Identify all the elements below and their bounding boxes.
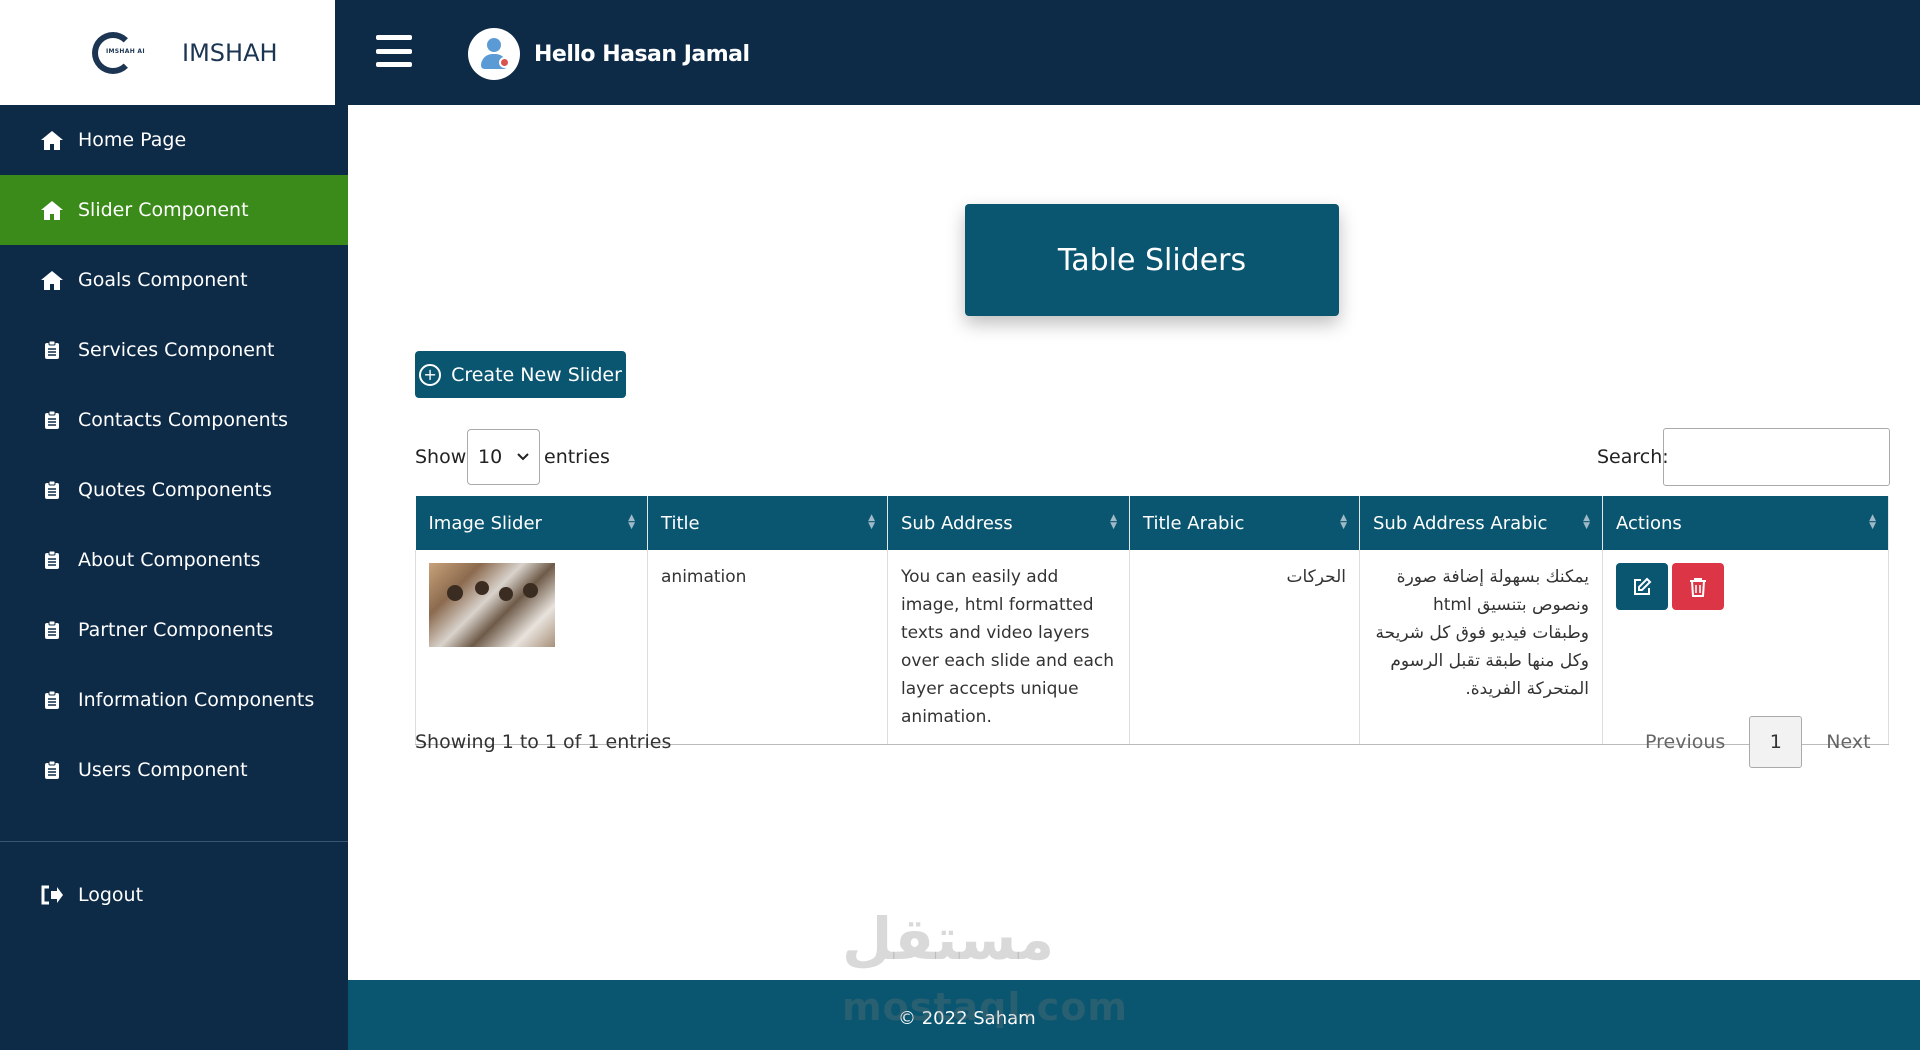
delete-button[interactable] [1672, 563, 1724, 610]
sort-icon: ▲ ▼ [1869, 513, 1876, 531]
sort-icon: ▲ ▼ [1340, 513, 1347, 531]
search-input[interactable] [1663, 428, 1890, 486]
home-icon [40, 199, 64, 221]
column-header-actions[interactable]: Actions ▲ ▼ [1602, 496, 1889, 550]
plus-circle-icon: + [419, 363, 442, 386]
cell-sub-address-arabic: يمكنك بسهولة إضافة صورة ونصوص بتنسيق htm… [1359, 550, 1603, 745]
clipboard-icon [40, 759, 64, 781]
column-header-sub-address-arabic[interactable]: Sub Address Arabic ▲ ▼ [1359, 496, 1603, 550]
sidebar-item-label: Home Page [78, 129, 187, 151]
column-header-title[interactable]: Title ▲ ▼ [647, 496, 888, 550]
logout-icon [40, 884, 64, 906]
cell-image [415, 550, 648, 745]
table-info: Showing 1 to 1 of 1 entries [415, 731, 672, 753]
sidebar-item-label: Contacts Components [78, 409, 289, 431]
footer: © 2022 Saham [348, 980, 1920, 1050]
sidebar-item-label: Quotes Components [78, 479, 272, 501]
sidebar-divider [0, 841, 348, 842]
sidebar-item-label: Goals Component [78, 269, 248, 291]
sidebar-item-label: Information Components [78, 689, 315, 711]
sidebar-item-label: Slider Component [78, 199, 249, 221]
edit-button[interactable] [1616, 563, 1668, 610]
home-icon [40, 129, 64, 151]
avatar[interactable] [468, 28, 520, 80]
clipboard-icon [40, 689, 64, 711]
previous-page-button[interactable]: Previous [1645, 731, 1725, 753]
sidebar-item-slider-component[interactable]: Slider Component [0, 175, 348, 245]
entries-label: entries [544, 446, 610, 468]
sidebar-item-label: About Components [78, 549, 261, 571]
watermark-arabic: مستقل [842, 905, 1055, 973]
cell-title-arabic: الحركات [1129, 550, 1360, 745]
next-page-button[interactable]: Next [1826, 731, 1870, 753]
hamburger-menu-icon[interactable] [376, 35, 412, 67]
edit-icon [1634, 577, 1652, 595]
create-new-slider-button[interactable]: + Create New Slider [415, 351, 626, 398]
logout-label: Logout [78, 884, 144, 906]
user-profile[interactable]: Hello Hasan Jamal [468, 28, 750, 80]
clipboard-icon [40, 339, 64, 361]
sidebar-item-contacts-components[interactable]: Contacts Components [0, 385, 348, 455]
column-header-title-arabic[interactable]: Title Arabic ▲ ▼ [1129, 496, 1360, 550]
column-header-image-slider[interactable]: Image Slider ▲ ▼ [415, 496, 648, 550]
clipboard-icon [40, 619, 64, 641]
sort-icon: ▲ ▼ [1583, 513, 1590, 531]
sidebar-item-information-components[interactable]: Information Components [0, 665, 348, 735]
trash-icon [1690, 577, 1706, 597]
brand-logo-text: IMSHAH AI [106, 47, 145, 55]
entries-select[interactable]: 10 [467, 429, 540, 485]
show-label: Show [415, 446, 467, 468]
column-header-sub-address[interactable]: Sub Address ▲ ▼ [887, 496, 1130, 550]
sort-icon: ▲ ▼ [628, 513, 635, 531]
clipboard-icon [40, 479, 64, 501]
sidebar-item-label: Services Component [78, 339, 275, 361]
sort-icon: ▲ ▼ [1110, 513, 1117, 531]
brand-logo: IMSHAH AI [92, 30, 152, 76]
sidebar-item-label: Users Component [78, 759, 248, 781]
clipboard-icon [40, 549, 64, 571]
top-bar: IMSHAH AI IMSHAH Hello Hasan Jamal [0, 0, 1920, 105]
sidebar-item-quotes-components[interactable]: Quotes Components [0, 455, 348, 525]
sidebar: Home Page Slider Component Goals Component… [0, 105, 348, 1050]
sidebar-item-home-page[interactable]: Home Page [0, 105, 348, 175]
brand-name: IMSHAH [182, 38, 278, 67]
sidebar-item-partner-components[interactable]: Partner Components [0, 595, 348, 665]
logout-link[interactable]: Logout [0, 860, 348, 930]
sidebar-item-goals-component[interactable]: Goals Component [0, 245, 348, 315]
watermark-latin: mostaql.com [842, 985, 1129, 1029]
brand[interactable]: IMSHAH AI IMSHAH [0, 0, 335, 105]
slider-thumbnail-image [429, 563, 555, 647]
sliders-table: Image Slider ▲ ▼ Title ▲ ▼ Sub Address ▲ ▼ Tit… [415, 496, 1889, 745]
entries-select-value: 10 [478, 446, 503, 468]
page-title: Table Sliders [965, 204, 1339, 316]
sidebar-item-services-component[interactable]: Services Component [0, 315, 348, 385]
user-greeting: Hello Hasan Jamal [534, 41, 750, 67]
sidebar-item-about-components[interactable]: About Components [0, 525, 348, 595]
chevron-down-icon [517, 453, 529, 461]
sidebar-item-users-component[interactable]: Users Component [0, 735, 348, 805]
search-label: Search: [1597, 446, 1669, 468]
sort-icon: ▲ ▼ [868, 513, 875, 531]
clipboard-icon [40, 409, 64, 431]
sidebar-item-label: Partner Components [78, 619, 274, 641]
cell-sub-address: You can easily add image, html formatted… [887, 550, 1130, 745]
cell-title: animation [647, 550, 888, 745]
home-icon [40, 269, 64, 291]
pagination: Previous 1 Next [1645, 716, 1871, 768]
table-header-row: Image Slider ▲ ▼ Title ▲ ▼ Sub Address ▲ ▼ Tit… [415, 496, 1889, 550]
page-1-button[interactable]: 1 [1749, 716, 1803, 768]
create-button-label: Create New Slider [451, 363, 622, 386]
